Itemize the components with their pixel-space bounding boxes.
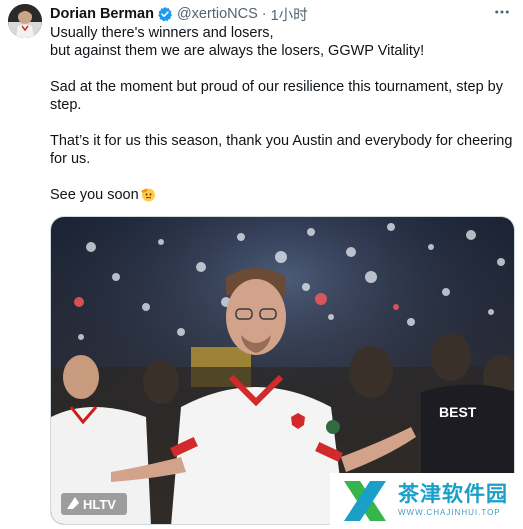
hltv-source-label: HLTV (83, 497, 116, 512)
tweet-line-5-text: See you soon (50, 187, 139, 203)
watermark-logo-icon (344, 481, 386, 521)
watermark-name: 茶津软件园 (398, 483, 508, 506)
tweet-line-2: but against them we are always the loser… (50, 43, 425, 59)
tweet-timestamp[interactable]: 1小时 (271, 4, 308, 25)
separator-dot: · (261, 6, 267, 22)
tweet-line-4: That’s it for us this season, thank you … (50, 133, 513, 167)
tweet-line-1: Usually there's winners and losers, (50, 25, 274, 41)
site-watermark: 茶津软件园 WWW.CHAJINHUI.TOP (330, 473, 520, 529)
author-handle[interactable]: @xertioNCS (177, 6, 258, 22)
tweet-line-3: Sad at the moment but proud of our resil… (50, 79, 503, 113)
verified-badge-icon (157, 6, 173, 22)
watermark-url: WWW.CHAJINHUI.TOP (398, 508, 501, 517)
author-avatar[interactable] (8, 4, 42, 38)
tweet-header: Dorian Berman @xertioNCS · 1小时 (50, 4, 523, 24)
tweet-line-5: See you soon (50, 186, 513, 204)
tweet-text: Usually there's winners and losers, but … (50, 24, 513, 204)
tweet[interactable]: Dorian Berman @xertioNCS · 1小时 Usually t… (0, 0, 523, 529)
jersey-text: BEST (439, 404, 477, 420)
author-name[interactable]: Dorian Berman (50, 6, 154, 22)
saluting-face-emoji-icon (140, 186, 156, 202)
more-options-icon[interactable] (493, 3, 511, 21)
